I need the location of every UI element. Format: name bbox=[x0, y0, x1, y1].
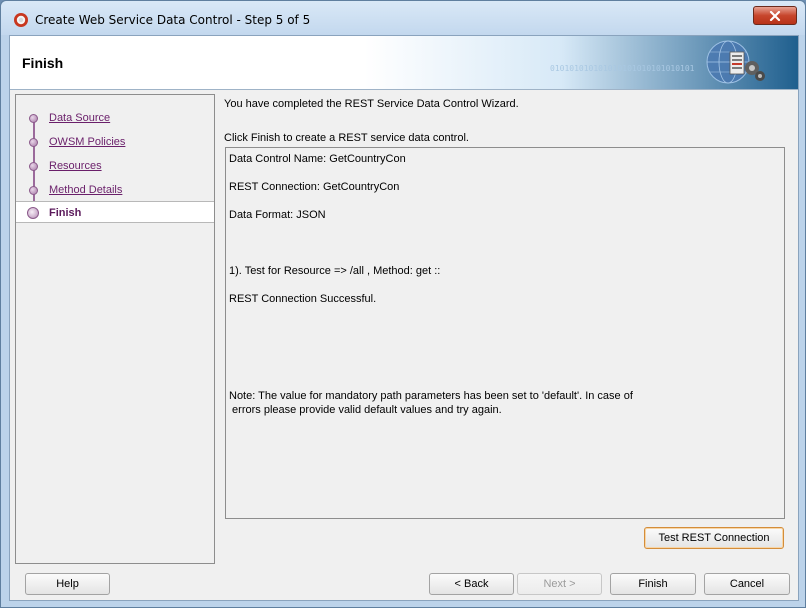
results-textarea[interactable]: Data Control Name: GetCountryCon REST Co… bbox=[225, 147, 785, 519]
back-label: < Back bbox=[454, 578, 489, 590]
wizard-window: Create Web Service Data Control - Step 5… bbox=[0, 0, 806, 608]
step-label[interactable]: Resources bbox=[49, 160, 102, 172]
note-line-1: Note: The value for mandatory path param… bbox=[229, 390, 633, 402]
wizard-header: Finish 010101010101010101010101010101 bbox=[10, 36, 798, 90]
web-service-globe-icon bbox=[706, 40, 765, 84]
help-button[interactable]: Help bbox=[25, 573, 110, 595]
step-method-details[interactable]: Method Details bbox=[16, 179, 214, 201]
data-control-name-line: Data Control Name: GetCountryCon bbox=[229, 153, 406, 165]
step-dot-icon bbox=[29, 114, 38, 123]
close-window-button[interactable] bbox=[753, 6, 797, 25]
finish-button[interactable]: Finish bbox=[610, 573, 696, 595]
cancel-label: Cancel bbox=[729, 578, 765, 590]
step-dot-icon bbox=[29, 186, 38, 195]
help-label: Help bbox=[56, 578, 79, 590]
step-owsm-policies[interactable]: OWSM Policies bbox=[16, 131, 214, 153]
data-format-line: Data Format: JSON bbox=[229, 209, 326, 221]
current-step-dot-icon bbox=[27, 207, 39, 219]
back-button[interactable]: < Back bbox=[429, 573, 514, 595]
step-dot-icon bbox=[29, 138, 38, 147]
wizard-client-area: Finish 010101010101010101010101010101 Da… bbox=[9, 35, 799, 601]
step-data-source[interactable]: Data Source bbox=[16, 107, 214, 129]
next-button: Next > bbox=[517, 573, 602, 595]
test-rest-connection-button[interactable]: Test REST Connection bbox=[644, 527, 784, 549]
step-label: Finish bbox=[49, 207, 82, 219]
step-label[interactable]: Data Source bbox=[49, 112, 110, 124]
oracle-jdeveloper-icon bbox=[14, 13, 28, 27]
instruction-message: Click Finish to create a REST service da… bbox=[224, 132, 469, 144]
step-label[interactable]: OWSM Policies bbox=[49, 136, 125, 148]
completed-message: You have completed the REST Service Data… bbox=[224, 98, 519, 110]
rest-connection-line: REST Connection: GetCountryCon bbox=[229, 181, 400, 193]
cancel-button[interactable]: Cancel bbox=[704, 573, 790, 595]
step-finish[interactable]: Finish bbox=[16, 201, 214, 223]
note-line-2: errors please provide valid default valu… bbox=[229, 404, 502, 416]
finish-label: Finish bbox=[638, 578, 668, 590]
title-bar[interactable]: Create Web Service Data Control - Step 5… bbox=[1, 1, 805, 35]
test-resource-line: 1). Test for Resource => /all , Method: … bbox=[229, 265, 441, 277]
step-resources[interactable]: Resources bbox=[16, 155, 214, 177]
binary-decoration: 010101010101010101010101010101 bbox=[550, 64, 695, 73]
step-dot-icon bbox=[29, 162, 38, 171]
page-title: Finish bbox=[22, 55, 64, 71]
close-icon bbox=[769, 10, 781, 21]
step-label[interactable]: Method Details bbox=[49, 184, 122, 196]
window-title: Create Web Service Data Control - Step 5… bbox=[35, 13, 311, 27]
next-label: Next > bbox=[543, 578, 576, 590]
test-rest-connection-label: Test REST Connection bbox=[658, 532, 770, 544]
connection-status-line: REST Connection Successful. bbox=[229, 293, 377, 305]
wizard-steps-panel: Data Source OWSM Policies Resources Meth… bbox=[15, 94, 215, 564]
